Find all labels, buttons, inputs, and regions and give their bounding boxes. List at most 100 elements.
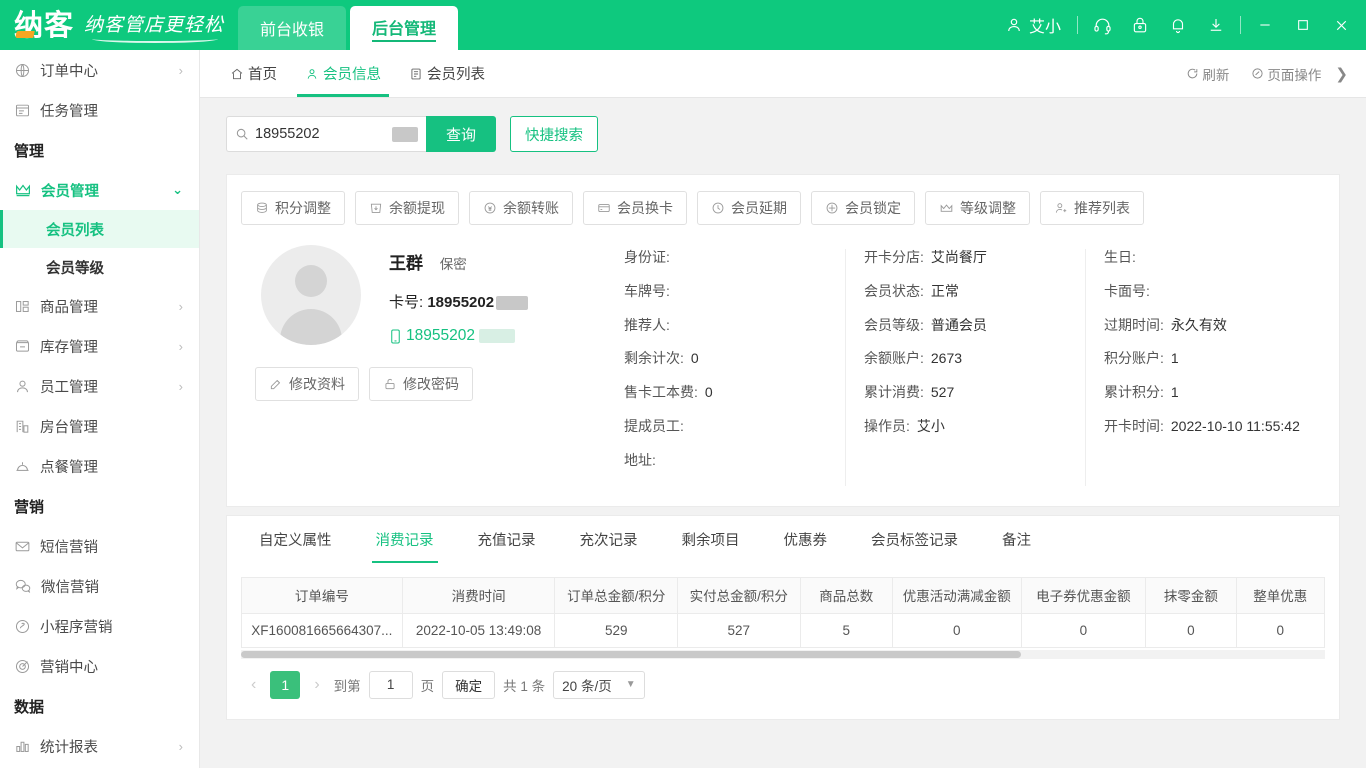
subtab-recharge-records[interactable]: 充值记录 — [456, 516, 558, 563]
logo-slogan: 纳客管店更轻松 — [84, 10, 224, 41]
subtab-remaining-items[interactable]: 剩余项目 — [660, 516, 762, 563]
mode-tab-backend[interactable]: 后台管理 — [350, 6, 458, 50]
sidebar-item-marketing-center[interactable]: 营销中心 — [0, 646, 199, 686]
page-operations-button[interactable]: 页面操作 — [1241, 64, 1331, 84]
sidebar-item-member-list[interactable]: 会员列表 — [0, 210, 199, 248]
action-balance-withdraw[interactable]: 余额提现 — [355, 191, 459, 225]
tab-member-info[interactable]: 会员信息 — [291, 50, 395, 97]
sidebar-item-order-center[interactable]: 订单中心 › — [0, 50, 199, 90]
action-referral-list[interactable]: 推荐列表 — [1040, 191, 1144, 225]
prev-page-button[interactable]: ‹ — [245, 676, 262, 694]
headset-icon[interactable] — [1083, 0, 1121, 50]
sidebar-item-room-mgmt[interactable]: 房台管理 — [0, 406, 199, 446]
miniapp-icon — [14, 618, 31, 635]
chevron-right-icon: › — [179, 63, 183, 78]
subtab-coupons[interactable]: 优惠券 — [762, 516, 850, 563]
page-ops-icon — [1251, 67, 1264, 80]
chevron-right-icon: › — [179, 379, 183, 394]
page-size-select[interactable]: 20 条/页 ▼ — [553, 671, 644, 699]
redaction-mask — [392, 127, 418, 142]
table-row[interactable]: XF160081665664307... 2022-10-05 13:49:08… — [242, 613, 1325, 647]
page-size-value: 20 条/页 — [562, 675, 612, 695]
sidebar-item-member-level[interactable]: 会员等级 — [0, 248, 199, 286]
chevron-down-icon: ⌄ — [172, 182, 183, 198]
tab-home[interactable]: 首页 — [216, 50, 291, 97]
page-ops-chevron-icon[interactable]: ❯ — [1333, 65, 1358, 83]
sidebar-item-wechat-marketing[interactable]: 微信营销 — [0, 566, 199, 606]
bell-icon[interactable] — [1159, 0, 1197, 50]
search-row: 查询 快捷搜索 — [226, 116, 1340, 152]
table-horizontal-scrollbar[interactable] — [241, 650, 1325, 659]
action-member-extend[interactable]: 会员延期 — [697, 191, 801, 225]
field-open-branch: 开卡分店:艾尚餐厅 — [864, 249, 1085, 266]
goto-confirm-button[interactable]: 确定 — [442, 671, 495, 699]
cell-round-off: 0 — [1146, 613, 1236, 647]
action-level-adjust[interactable]: 等级调整 — [925, 191, 1030, 225]
action-member-lock[interactable]: 会员锁定 — [811, 191, 915, 225]
mode-tab-frontdesk[interactable]: 前台收银 — [238, 6, 346, 50]
sidebar-label: 小程序营销 — [40, 616, 183, 637]
lock-circle-icon — [825, 201, 839, 215]
sidebar-group-marketing: 营销 — [0, 486, 199, 526]
coins-icon — [255, 201, 269, 215]
field-key: 会员状态: — [864, 283, 924, 300]
page-number-1[interactable]: 1 — [270, 671, 300, 699]
sidebar-item-goods-mgmt[interactable]: 商品管理 › — [0, 286, 199, 326]
next-page-button[interactable]: › — [308, 676, 325, 694]
query-button[interactable]: 查询 — [426, 116, 496, 152]
action-points-adjust[interactable]: 积分调整 — [241, 191, 345, 225]
field-key: 开卡分店: — [864, 249, 924, 266]
search-input[interactable] — [255, 126, 392, 142]
refresh-icon — [1186, 67, 1199, 80]
field-key: 车牌号: — [624, 283, 670, 300]
lock-icon[interactable] — [1121, 0, 1159, 50]
sidebar-item-stock-mgmt[interactable]: 库存管理 › — [0, 326, 199, 366]
sidebar-item-dining-mgmt[interactable]: 点餐管理 — [0, 446, 199, 486]
tab-member-list[interactable]: 会员列表 — [395, 50, 499, 97]
sidebar-label: 库存管理 — [40, 336, 170, 357]
edit-password-button[interactable]: 修改密码 — [369, 367, 473, 401]
refresh-button[interactable]: 刷新 — [1176, 64, 1239, 84]
field-expiry: 过期时间:永久有效 — [1104, 317, 1325, 334]
profile-col-1: 身份证: 车牌号: 推荐人: 剩余计次:0 售卡工本费:0 提成员工: 地址: — [616, 249, 845, 486]
sidebar-item-statistics[interactable]: 统计报表 › — [0, 726, 199, 766]
mail-icon — [14, 538, 31, 555]
main-area: 首页 会员信息 会员列表 刷新 页面操作 ❯ — [200, 50, 1366, 768]
chevron-right-icon: › — [179, 339, 183, 354]
subtab-count-recharge-records[interactable]: 充次记录 — [558, 516, 660, 563]
member-phone-row[interactable]: 18955202 — [389, 327, 616, 345]
subtab-custom-attrs[interactable]: 自定义属性 — [237, 516, 354, 563]
minimize-button[interactable] — [1246, 0, 1284, 50]
sidebar-group-data: 数据 — [0, 686, 199, 726]
sidebar-item-sms-marketing[interactable]: 短信营销 — [0, 526, 199, 566]
download-icon[interactable] — [1197, 0, 1235, 50]
scrollbar-thumb[interactable] — [241, 651, 1021, 658]
member-name: 王群 — [389, 254, 423, 273]
pagination: ‹ 1 › 到第 页 确定 共 1 条 20 条/页 ▼ — [241, 659, 1325, 705]
goods-icon — [14, 298, 31, 315]
col-paid-total: 实付总金额/积分 — [678, 577, 801, 613]
col-whole-order-discount: 整单优惠 — [1236, 577, 1324, 613]
action-card-change[interactable]: 会员换卡 — [583, 191, 687, 225]
cell-goods-count: 5 — [800, 613, 892, 647]
quick-search-button[interactable]: 快捷搜索 — [510, 116, 598, 152]
search-field-wrap[interactable] — [226, 116, 426, 152]
profile-edit-buttons: 修改资料 修改密码 — [255, 367, 616, 401]
action-balance-transfer[interactable]: 余额转账 — [469, 191, 573, 225]
close-button[interactable] — [1322, 0, 1360, 50]
subtab-member-tag-records[interactable]: 会员标签记录 — [849, 516, 980, 563]
page-operations-label: 页面操作 — [1267, 64, 1321, 84]
sidebar-item-member-mgmt[interactable]: 会员管理 ⌄ — [0, 170, 199, 210]
member-card-row: 卡号: 18955202 — [389, 291, 616, 312]
sidebar-item-staff-mgmt[interactable]: 员工管理 › — [0, 366, 199, 406]
sidebar-item-miniapp-marketing[interactable]: 小程序营销 — [0, 606, 199, 646]
user-menu[interactable]: 艾小 — [994, 0, 1072, 50]
edit-profile-button[interactable]: 修改资料 — [255, 367, 359, 401]
subtab-consumption-records[interactable]: 消费记录 — [354, 516, 456, 563]
subtab-remarks[interactable]: 备注 — [980, 516, 1053, 563]
sidebar[interactable]: 订单中心 › 任务管理 管理 会员管理 ⌄ 会员列表 会员等级 商品管理 › — [0, 50, 200, 768]
goto-page-input[interactable] — [369, 671, 413, 699]
record-sub-tabs: 自定义属性 消费记录 充值记录 充次记录 剩余项目 优惠券 会员标签记录 备注 — [226, 515, 1340, 563]
maximize-button[interactable] — [1284, 0, 1322, 50]
sidebar-item-task-mgmt[interactable]: 任务管理 — [0, 90, 199, 130]
